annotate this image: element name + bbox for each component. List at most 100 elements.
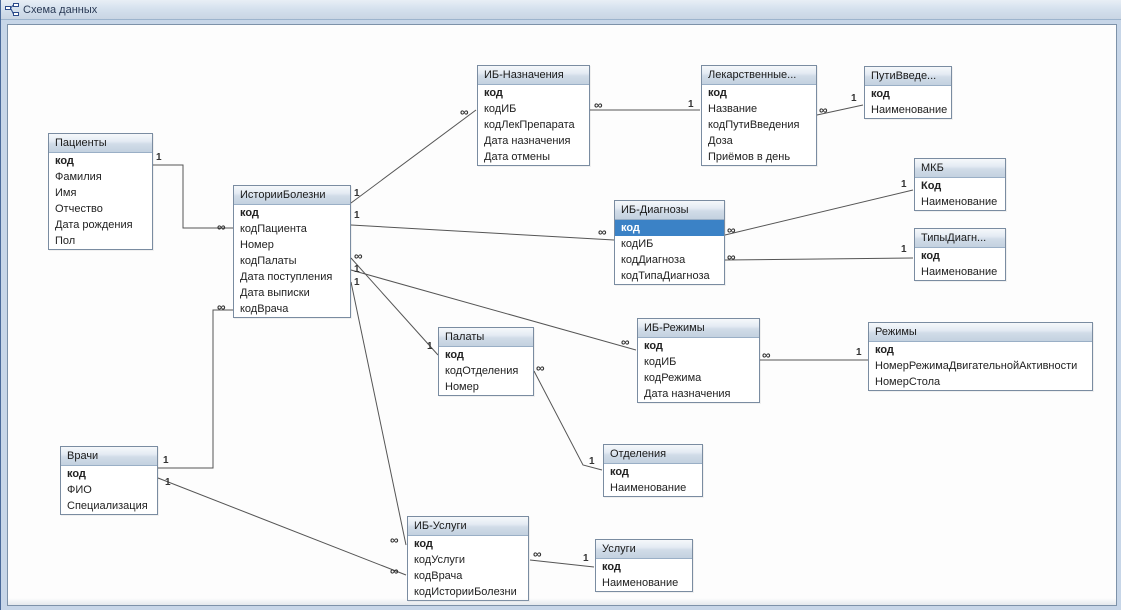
field[interactable]: Дата поступления bbox=[234, 269, 350, 285]
table-rezhimy[interactable]: Режимы код НомерРежимаДвигательнойАктивн… bbox=[868, 322, 1093, 391]
field[interactable]: Наименование bbox=[604, 480, 702, 496]
table-patients[interactable]: Пациенты код Фамилия Имя Отчество Дата р… bbox=[48, 133, 153, 250]
field[interactable]: кодИБ bbox=[478, 101, 589, 117]
field[interactable]: кодПалаты bbox=[234, 253, 350, 269]
field[interactable]: Наименование bbox=[865, 102, 951, 118]
field[interactable]: кодВрача bbox=[234, 301, 350, 317]
cardinality-many: ∞ bbox=[819, 103, 828, 117]
field[interactable]: Доза bbox=[702, 133, 816, 149]
cardinality-many: ∞ bbox=[354, 249, 363, 263]
field[interactable]: код bbox=[869, 342, 1092, 358]
table-title: Режимы bbox=[869, 323, 1092, 342]
field[interactable]: кодПациента bbox=[234, 221, 350, 237]
field[interactable]: Имя bbox=[49, 185, 152, 201]
cardinality-one: 1 bbox=[589, 456, 595, 467]
table-lekarstvennye[interactable]: Лекарственные... код Название кодПутиВве… bbox=[701, 65, 817, 166]
field[interactable]: код bbox=[604, 464, 702, 480]
field[interactable]: Код bbox=[915, 178, 1005, 194]
field[interactable]: код bbox=[478, 85, 589, 101]
field[interactable]: код bbox=[61, 466, 157, 482]
field[interactable]: код bbox=[615, 220, 724, 236]
window-frame: Схема данных bbox=[0, 0, 1121, 610]
table-ib-nazn[interactable]: ИБ-Назначения код кодИБ кодЛекПрепарата … bbox=[477, 65, 590, 166]
field[interactable]: Дата выписки bbox=[234, 285, 350, 301]
field[interactable]: Специализация bbox=[61, 498, 157, 514]
field[interactable]: кодПутиВведения bbox=[702, 117, 816, 133]
table-uslugi[interactable]: Услуги код Наименование bbox=[595, 539, 693, 592]
table-title: ИБ-Диагнозы bbox=[615, 201, 724, 220]
field[interactable]: код bbox=[865, 86, 951, 102]
field[interactable]: код bbox=[439, 347, 533, 363]
field[interactable]: Дата отмены bbox=[478, 149, 589, 165]
field[interactable]: Номер bbox=[234, 237, 350, 253]
field[interactable]: Наименование bbox=[915, 194, 1005, 210]
field[interactable]: НомерРежимаДвигательнойАктивности bbox=[869, 358, 1092, 374]
table-palaty[interactable]: Палаты код кодОтделения Номер bbox=[438, 327, 534, 396]
table-otdeleniya[interactable]: Отделения код Наименование bbox=[603, 444, 703, 497]
table-title: Врачи bbox=[61, 447, 157, 466]
cardinality-one: 1 bbox=[901, 244, 907, 255]
field[interactable]: Дата рождения bbox=[49, 217, 152, 233]
field[interactable]: Фамилия bbox=[49, 169, 152, 185]
cardinality-one: 1 bbox=[427, 341, 433, 352]
relationships-canvas[interactable]: 1 ∞ 1 ∞ 1 ∞ 1 ∞ 1 ∞ ∞ 1 1 ∞ 1 ∞ ∞ 1 bbox=[8, 25, 1116, 605]
table-mkb[interactable]: МКБ Код Наименование bbox=[914, 158, 1006, 211]
table-title: ИсторииБолезни bbox=[234, 186, 350, 205]
table-body: код Название кодПутиВведения Доза Приёмо… bbox=[702, 85, 816, 165]
field[interactable]: Номер bbox=[439, 379, 533, 395]
table-vrachi[interactable]: Врачи код ФИО Специализация bbox=[60, 446, 158, 515]
field[interactable]: Пол bbox=[49, 233, 152, 249]
field[interactable]: Наименование bbox=[915, 264, 1005, 280]
field[interactable]: кодИБ bbox=[638, 354, 759, 370]
field[interactable]: Название bbox=[702, 101, 816, 117]
cardinality-one: 1 bbox=[901, 179, 907, 190]
field[interactable]: код bbox=[702, 85, 816, 101]
cardinality-many: ∞ bbox=[594, 98, 603, 112]
field[interactable]: Наименование bbox=[596, 575, 692, 591]
field[interactable]: Приёмов в день bbox=[702, 149, 816, 165]
table-body: код ФИО Специализация bbox=[61, 466, 157, 514]
canvas-frame: 1 ∞ 1 ∞ 1 ∞ 1 ∞ 1 ∞ ∞ 1 1 ∞ 1 ∞ ∞ 1 bbox=[7, 24, 1117, 606]
cardinality-many: ∞ bbox=[598, 225, 607, 239]
field[interactable]: код bbox=[915, 248, 1005, 264]
window-titlebar[interactable]: Схема данных bbox=[1, 0, 1121, 20]
table-ib-rezhimy[interactable]: ИБ-Режимы код кодИБ кодРежима Дата назна… bbox=[637, 318, 760, 403]
field[interactable]: Отчество bbox=[49, 201, 152, 217]
field[interactable]: ФИО bbox=[61, 482, 157, 498]
table-body: код Наименование bbox=[865, 86, 951, 118]
field[interactable]: код bbox=[49, 153, 152, 169]
cardinality-one: 1 bbox=[156, 152, 162, 163]
field[interactable]: кодРежима bbox=[638, 370, 759, 386]
table-title: МКБ bbox=[915, 159, 1005, 178]
table-ib-uslugi[interactable]: ИБ-Услуги код кодУслуги кодВрача кодИсто… bbox=[407, 516, 529, 601]
table-history[interactable]: ИсторииБолезни код кодПациента Номер код… bbox=[233, 185, 351, 318]
field[interactable]: кодВрача bbox=[408, 568, 528, 584]
field[interactable]: кодТипаДиагноза bbox=[615, 268, 724, 284]
field[interactable]: Дата назначения bbox=[638, 386, 759, 402]
field[interactable]: Дата назначения bbox=[478, 133, 589, 149]
table-body: код Наименование bbox=[604, 464, 702, 496]
field[interactable]: кодИсторииБолезни bbox=[408, 584, 528, 600]
table-title: ИБ-Назначения bbox=[478, 66, 589, 85]
field[interactable]: НомерСтола bbox=[869, 374, 1092, 390]
field[interactable]: код bbox=[596, 559, 692, 575]
table-body: код кодУслуги кодВрача кодИсторииБолезни bbox=[408, 536, 528, 600]
cardinality-many: ∞ bbox=[460, 105, 469, 119]
field[interactable]: код bbox=[234, 205, 350, 221]
cardinality-many: ∞ bbox=[217, 220, 226, 234]
table-ib-diagnozy[interactable]: ИБ-Диагнозы код кодИБ кодДиагноза кодТип… bbox=[614, 200, 725, 285]
table-puti-vvedeniya[interactable]: ПутиВведе... код Наименование bbox=[864, 66, 952, 119]
table-tipy-diagnozov[interactable]: ТипыДиагн... код Наименование bbox=[914, 228, 1006, 281]
table-body: код кодИБ кодРежима Дата назначения bbox=[638, 338, 759, 402]
field[interactable]: код bbox=[638, 338, 759, 354]
cardinality-one: 1 bbox=[354, 210, 360, 221]
cardinality-one: 1 bbox=[354, 264, 360, 275]
field[interactable]: кодОтделения bbox=[439, 363, 533, 379]
field[interactable]: кодЛекПрепарата bbox=[478, 117, 589, 133]
table-title: ИБ-Режимы bbox=[638, 319, 759, 338]
field[interactable]: кодУслуги bbox=[408, 552, 528, 568]
field[interactable]: кодДиагноза bbox=[615, 252, 724, 268]
table-title: Лекарственные... bbox=[702, 66, 816, 85]
field[interactable]: код bbox=[408, 536, 528, 552]
field[interactable]: кодИБ bbox=[615, 236, 724, 252]
